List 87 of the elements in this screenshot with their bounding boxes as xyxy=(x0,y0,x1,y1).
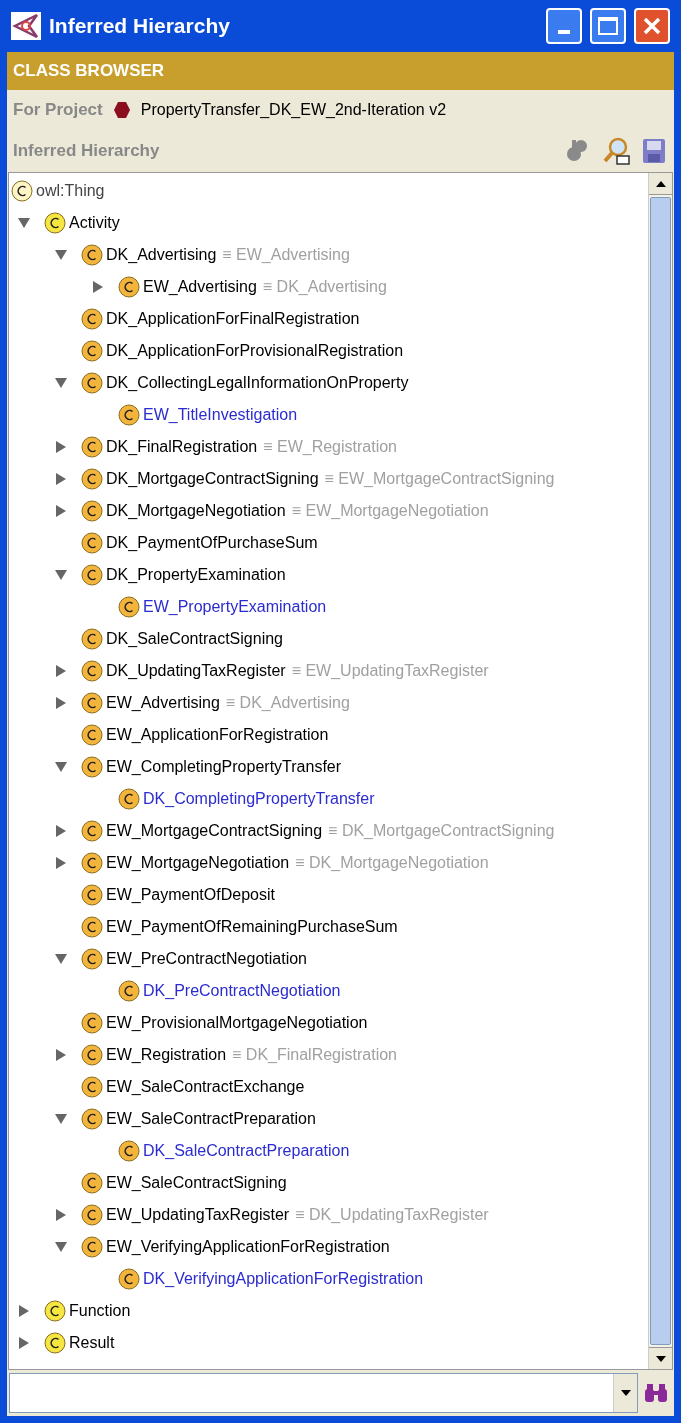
binoculars-icon[interactable] xyxy=(644,1383,668,1403)
class-label[interactable]: owl:Thing xyxy=(36,179,105,203)
window-title: Inferred Hierarchy xyxy=(49,13,231,40)
class-label[interactable]: DK_ApplicationForFinalRegistration xyxy=(106,307,360,331)
class-label[interactable]: EW_ProvisionalMortgageNegotiation xyxy=(106,1011,368,1035)
class-label[interactable]: DK_PaymentOfPurchaseSum xyxy=(106,531,318,555)
app-logo-icon xyxy=(11,12,41,40)
class-label[interactable]: EW_Advertising xyxy=(143,275,257,299)
class-label[interactable]: Result xyxy=(69,1331,115,1355)
class-label[interactable]: DK_MortgageContractSigning xyxy=(106,467,319,491)
project-label: For Project xyxy=(13,99,103,122)
section-banner: CLASS BROWSER xyxy=(7,52,674,90)
collapsed-arrow-icon[interactable] xyxy=(54,664,68,678)
scroll-up-arrow-icon[interactable] xyxy=(654,179,667,188)
save-icon[interactable] xyxy=(642,138,666,164)
class-label[interactable]: EW_TitleInvestigation xyxy=(143,403,298,427)
class-label[interactable]: DK_MortgageNegotiation xyxy=(106,499,286,523)
scrollbar[interactable] xyxy=(648,173,672,1369)
close-icon xyxy=(642,16,662,36)
equivalent-class-label: ≡ EW_MortgageNegotiation xyxy=(291,501,489,521)
equivalent-class-label: ≡ DK_FinalRegistration xyxy=(232,1045,397,1065)
expanded-arrow-icon[interactable] xyxy=(54,568,68,582)
collapsed-arrow-icon[interactable] xyxy=(54,824,68,838)
project-name: PropertyTransfer_DK_EW_2nd-Iteration v2 xyxy=(140,100,447,120)
search-icon[interactable] xyxy=(602,137,630,165)
class-label[interactable]: EW_Registration xyxy=(106,1043,227,1067)
class-label[interactable]: DK_FinalRegistration xyxy=(106,435,258,459)
class-label[interactable]: Activity xyxy=(69,211,120,235)
equivalent-class-label: ≡ EW_Advertising xyxy=(222,245,350,265)
scroll-down-arrow-icon[interactable] xyxy=(654,1354,667,1363)
equivalent-class-label: ≡ EW_UpdatingTaxRegister xyxy=(291,661,489,681)
class-label[interactable]: EW_MortgageNegotiation xyxy=(106,851,290,875)
equivalent-class-label: ≡ DK_MortgageNegotiation xyxy=(295,853,489,873)
panel-title: Inferred Hierarchy xyxy=(13,140,161,163)
expanded-arrow-icon[interactable] xyxy=(54,1240,68,1254)
class-label[interactable]: DK_VerifyingApplicationForRegistration xyxy=(143,1267,424,1291)
collapsed-arrow-icon[interactable] xyxy=(54,856,68,870)
expanded-arrow-icon[interactable] xyxy=(54,1112,68,1126)
class-label[interactable]: DK_SaleContractSigning xyxy=(106,627,283,651)
class-label[interactable]: EW_PropertyExamination xyxy=(143,595,327,619)
expanded-arrow-icon[interactable] xyxy=(17,216,31,230)
collapsed-arrow-icon[interactable] xyxy=(54,472,68,486)
class-label[interactable]: EW_MortgageContractSigning xyxy=(106,819,323,843)
class-label[interactable]: DK_Advertising xyxy=(106,243,217,267)
class-label[interactable]: EW_SaleContractPreparation xyxy=(106,1107,316,1131)
search-field[interactable] xyxy=(9,1373,638,1413)
collapsed-arrow-icon[interactable] xyxy=(54,440,68,454)
expanded-arrow-icon[interactable] xyxy=(54,376,68,390)
equivalent-class-label: ≡ DK_Advertising xyxy=(262,277,387,297)
class-label[interactable]: DK_PropertyExamination xyxy=(106,563,286,587)
class-label[interactable]: EW_ApplicationForRegistration xyxy=(106,723,329,747)
class-label[interactable]: EW_SaleContractExchange xyxy=(106,1075,305,1099)
class-label[interactable]: EW_VerifyingApplicationForRegistration xyxy=(106,1235,390,1259)
expanded-arrow-icon[interactable] xyxy=(54,248,68,262)
class-label[interactable]: EW_PaymentOfRemainingPurchaseSum xyxy=(106,915,398,939)
equivalent-class-label: ≡ EW_MortgageContractSigning xyxy=(324,469,555,489)
dropdown-caret-icon[interactable] xyxy=(619,1389,632,1397)
equivalent-class-label: ≡ DK_UpdatingTaxRegister xyxy=(295,1205,489,1225)
hexagon-icon xyxy=(112,101,131,119)
class-label[interactable]: EW_UpdatingTaxRegister xyxy=(106,1203,290,1227)
equivalent-class-label: ≡ EW_Registration xyxy=(263,437,397,457)
collapsed-arrow-icon[interactable] xyxy=(91,280,105,294)
collapsed-arrow-icon[interactable] xyxy=(17,1336,31,1350)
collapsed-arrow-icon[interactable] xyxy=(54,504,68,518)
class-label[interactable]: DK_SaleContractPreparation xyxy=(143,1139,350,1163)
collapsed-arrow-icon[interactable] xyxy=(54,696,68,710)
class-label[interactable]: EW_SaleContractSigning xyxy=(106,1171,287,1195)
class-label[interactable]: DK_CompletingPropertyTransfer xyxy=(143,787,375,811)
class-label[interactable]: EW_PaymentOfDeposit xyxy=(106,883,275,907)
class-label[interactable]: EW_PreContractNegotiation xyxy=(106,947,307,971)
class-label[interactable]: DK_ApplicationForProvisionalRegistration xyxy=(106,339,404,363)
equivalent-class-label: ≡ DK_MortgageContractSigning xyxy=(328,821,555,841)
class-label[interactable]: Function xyxy=(69,1299,131,1323)
maximize-button[interactable] xyxy=(590,8,626,44)
class-label[interactable]: DK_PreContractNegotiation xyxy=(143,979,341,1003)
equivalent-class-label: ≡ DK_Advertising xyxy=(225,693,350,713)
expanded-arrow-icon[interactable] xyxy=(54,952,68,966)
collapsed-arrow-icon[interactable] xyxy=(54,1048,68,1062)
class-label[interactable]: EW_CompletingPropertyTransfer xyxy=(106,755,342,779)
class-label[interactable]: DK_UpdatingTaxRegister xyxy=(106,659,286,683)
class-label[interactable]: DK_CollectingLegalInformationOnProperty xyxy=(106,371,409,395)
minimize-button[interactable] xyxy=(546,8,582,44)
class-label[interactable]: EW_Advertising xyxy=(106,691,220,715)
collapsed-arrow-icon[interactable] xyxy=(54,1208,68,1222)
collapsed-arrow-icon[interactable] xyxy=(17,1304,31,1318)
close-button[interactable] xyxy=(634,8,670,44)
expanded-arrow-icon[interactable] xyxy=(54,760,68,774)
